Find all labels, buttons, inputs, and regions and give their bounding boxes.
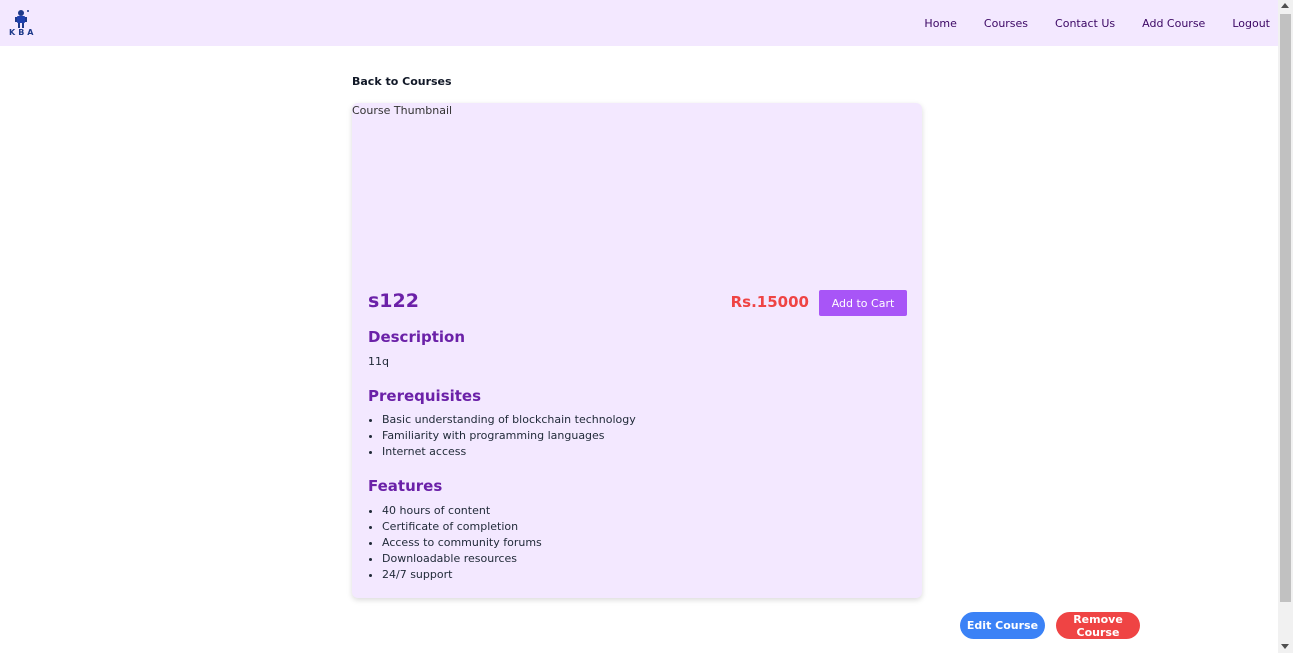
list-item: Access to community forums xyxy=(382,535,542,551)
course-thumbnail-alt: Course Thumbnail xyxy=(352,104,452,117)
scroll-down-arrow-icon[interactable] xyxy=(1281,644,1289,649)
edit-course-button[interactable]: Edit Course xyxy=(960,612,1045,639)
list-item: Familiarity with programming languages xyxy=(382,428,636,444)
logo-text: KBA xyxy=(9,28,37,37)
course-price: Rs.15000 xyxy=(730,293,809,311)
course-title: s122 xyxy=(368,290,419,312)
remove-course-button[interactable]: Remove Course xyxy=(1056,612,1140,639)
prerequisites-list: Basic understanding of blockchain techno… xyxy=(382,412,636,460)
top-navbar: KBA Home Courses Contact Us Add Course L… xyxy=(0,0,1278,46)
nav-logout[interactable]: Logout xyxy=(1232,17,1270,30)
nav-links: Home Courses Contact Us Add Course Logou… xyxy=(897,0,1270,46)
list-item: Basic understanding of blockchain techno… xyxy=(382,412,636,428)
scroll-up-arrow-icon[interactable] xyxy=(1281,3,1289,8)
nav-contact-us[interactable]: Contact Us xyxy=(1055,17,1115,30)
features-list: 40 hours of content Certificate of compl… xyxy=(382,503,542,583)
course-thumbnail: Course Thumbnail xyxy=(352,103,922,273)
vertical-scrollbar[interactable] xyxy=(1278,0,1293,653)
kba-logo[interactable]: KBA xyxy=(8,9,34,38)
list-item: 40 hours of content xyxy=(382,503,542,519)
list-item: Certificate of completion xyxy=(382,519,542,535)
course-detail-card: Course Thumbnail s122 Rs.15000 Add to Ca… xyxy=(352,103,922,598)
add-to-cart-button[interactable]: Add to Cart xyxy=(819,290,907,316)
description-text: 11q xyxy=(368,355,389,368)
description-heading: Description xyxy=(368,328,466,346)
list-item: Internet access xyxy=(382,444,636,460)
scrollbar-thumb[interactable] xyxy=(1280,14,1291,602)
prerequisites-heading: Prerequisites xyxy=(368,387,482,405)
list-item: 24/7 support xyxy=(382,567,542,583)
nav-courses[interactable]: Courses xyxy=(984,17,1028,30)
features-heading: Features xyxy=(368,477,443,495)
nav-add-course[interactable]: Add Course xyxy=(1142,17,1205,30)
list-item: Downloadable resources xyxy=(382,551,542,567)
thumbnail-alt-text: Course Thumbnail xyxy=(352,104,453,117)
back-to-courses-link[interactable]: Back to Courses xyxy=(352,75,452,88)
robot-logo-icon xyxy=(15,10,29,28)
nav-home[interactable]: Home xyxy=(924,17,956,30)
